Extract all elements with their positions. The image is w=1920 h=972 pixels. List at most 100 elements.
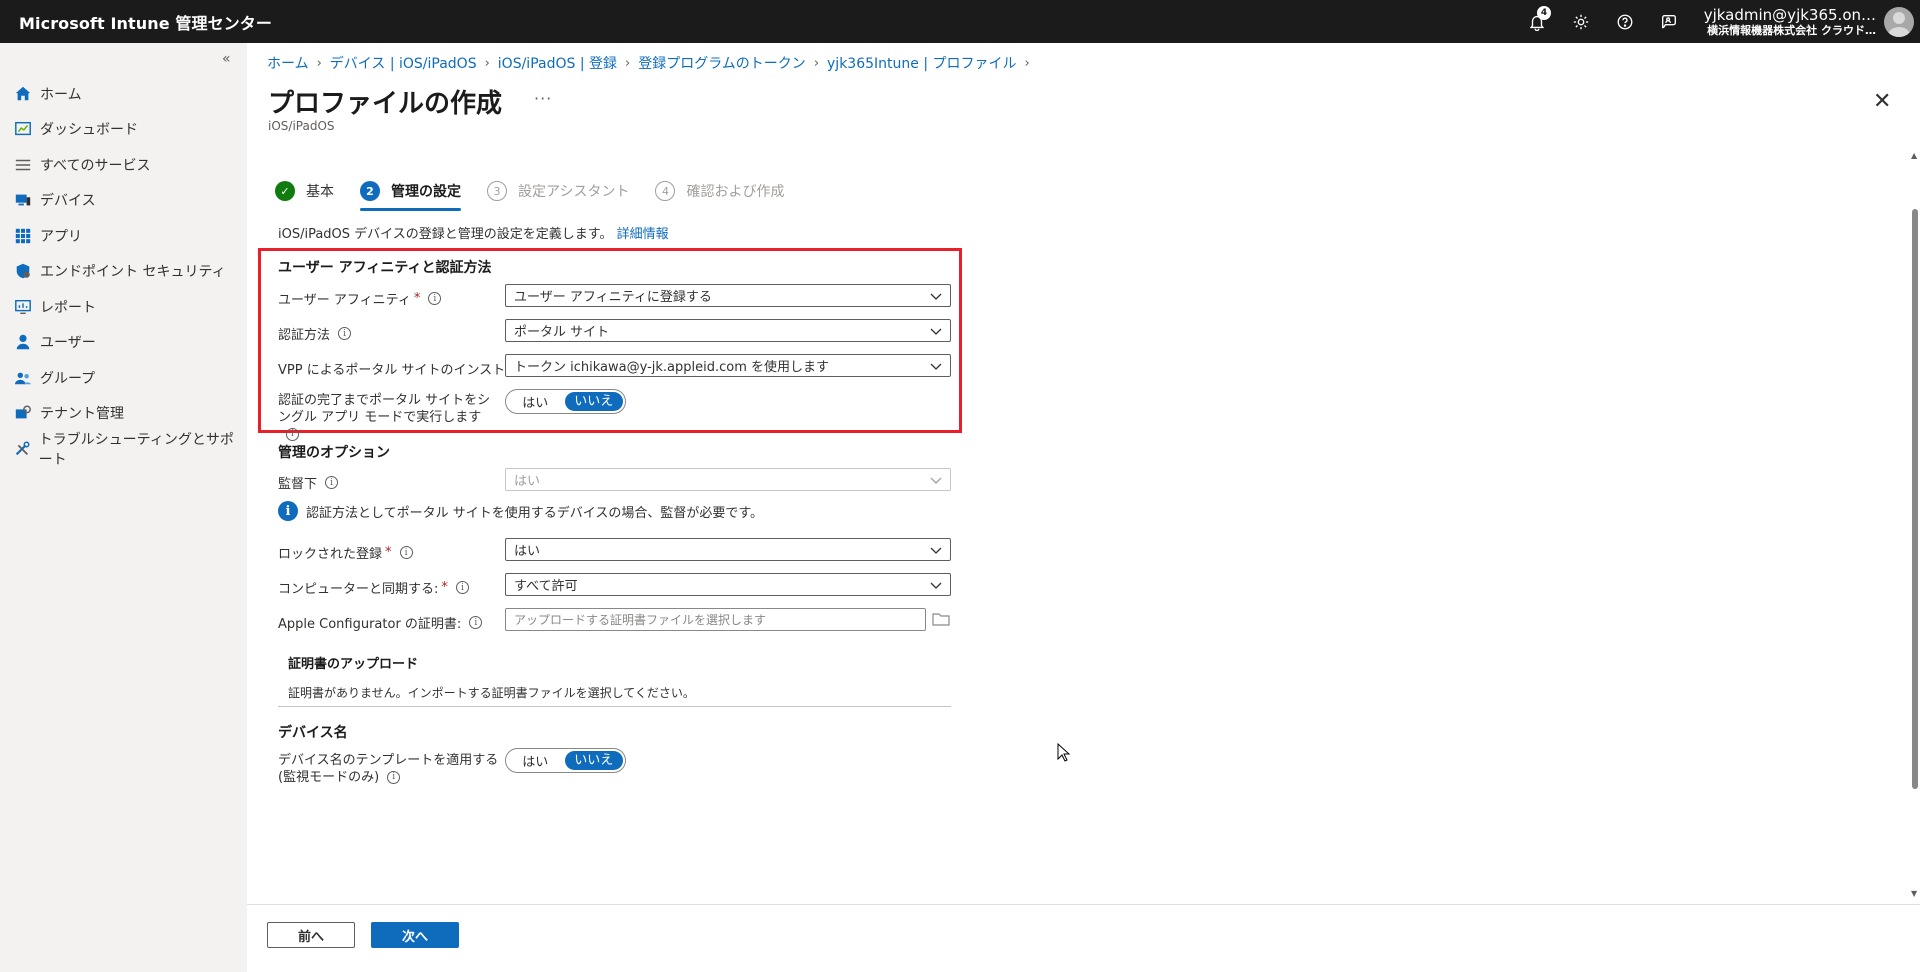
- info-icon: i: [278, 501, 298, 521]
- sidebar-item-troubleshooting[interactable]: トラブルシューティングとサポート: [0, 431, 247, 468]
- scroll-thumb[interactable]: [1912, 209, 1918, 789]
- breadcrumb-profiles[interactable]: yjk365Intune | プロファイル: [827, 53, 1016, 73]
- sidebar-item-label: デバイス: [40, 193, 96, 210]
- sync-computers-dropdown[interactable]: すべて許可: [505, 573, 951, 596]
- more-options-button[interactable]: ···: [534, 89, 552, 108]
- folder-icon[interactable]: [932, 611, 950, 627]
- breadcrumb-home[interactable]: ホーム: [267, 53, 309, 73]
- top-bar: Microsoft Intune 管理センター 4 yjkadmin@yjk36…: [0, 0, 1920, 43]
- checkmark-icon: ✓: [275, 181, 295, 201]
- group-icon: [13, 368, 33, 388]
- sidebar-item-users[interactable]: ユーザー: [0, 325, 247, 361]
- single-app-mode-toggle[interactable]: はい いいえ: [505, 389, 626, 414]
- breadcrumb-separator: ›: [1024, 55, 1030, 71]
- sidebar-item-label: グループ: [40, 370, 96, 387]
- info-banner-text: 認証方法としてポータル サイトを使用するデバイスの場合、監督が必要です。: [306, 505, 764, 521]
- scroll-down-icon[interactable]: ▼: [1911, 889, 1917, 898]
- sidebar-item-all-services[interactable]: すべてのサービス: [0, 147, 247, 183]
- sidebar-item-devices[interactable]: デバイス: [0, 183, 247, 219]
- user-affinity-dropdown[interactable]: ユーザー アフィニティに登録する: [505, 284, 951, 307]
- sidebar-item-groups[interactable]: グループ: [0, 360, 247, 396]
- breadcrumb-separator: ›: [625, 55, 631, 71]
- vpp-install-dropdown[interactable]: トークン ichikawa@y-jk.appleid.com を使用します: [505, 354, 951, 377]
- help-button[interactable]: [1603, 0, 1647, 43]
- sync-computers-label: コンピューターと同期する: * i: [278, 578, 469, 597]
- info-icon[interactable]: i: [469, 616, 483, 629]
- sidebar-item-reports[interactable]: レポート: [0, 289, 247, 325]
- sidebar-item-home[interactable]: ホーム: [0, 76, 247, 112]
- user-icon: [13, 332, 33, 352]
- sidebar-item-label: トラブルシューティングとサポート: [38, 431, 234, 468]
- label-text: 監督下: [278, 477, 318, 492]
- feedback-button[interactable]: [1647, 0, 1691, 43]
- user-affinity-label: ユーザー アフィニティ * i: [278, 289, 442, 308]
- chevron-down-icon: [930, 325, 942, 337]
- info-icon[interactable]: i: [325, 476, 339, 489]
- required-asterisk: *: [441, 580, 448, 595]
- toggle-option-yes[interactable]: はい: [506, 751, 565, 770]
- settings-button[interactable]: [1559, 0, 1603, 43]
- required-asterisk: *: [413, 291, 421, 306]
- avatar[interactable]: [1884, 6, 1914, 37]
- breadcrumb-ios-enrollment[interactable]: iOS/iPadOS | 登録: [498, 53, 617, 73]
- close-button[interactable]: ✕: [1873, 91, 1891, 113]
- info-icon[interactable]: i: [399, 546, 413, 559]
- notification-count: 4: [1537, 6, 1551, 20]
- step-review-create[interactable]: 4 確認および作成: [655, 176, 784, 206]
- help-icon: [1617, 14, 1633, 29]
- sidebar-item-apps[interactable]: アプリ: [0, 218, 247, 254]
- step-management-settings[interactable]: 2 管理の設定: [360, 176, 461, 211]
- step-setup-assistant[interactable]: 3 設定アシスタント: [487, 176, 629, 206]
- sidebar-item-dashboard[interactable]: ダッシュボード: [0, 112, 247, 148]
- info-icon[interactable]: i: [428, 292, 442, 305]
- sidebar-item-endpoint-security[interactable]: エンドポイント セキュリティ: [0, 254, 247, 290]
- upload-panel-title: 証明書のアップロード: [288, 657, 419, 672]
- auth-method-dropdown[interactable]: ポータル サイト: [505, 319, 951, 342]
- toggle-option-yes[interactable]: はい: [506, 392, 565, 411]
- vertical-scrollbar[interactable]: ▲ ▼: [1910, 151, 1920, 901]
- label-text: ユーザー アフィニティ: [278, 293, 411, 308]
- info-icon[interactable]: i: [387, 771, 401, 784]
- person-icon: [1888, 11, 1910, 37]
- sidebar-item-label: レポート: [40, 299, 96, 316]
- configurator-cert-input[interactable]: アップロードする証明書ファイルを選択します: [505, 608, 926, 631]
- chevron-down-icon: [930, 544, 942, 556]
- devices-icon: [13, 190, 33, 210]
- collapse-sidebar-button[interactable]: «: [222, 51, 231, 67]
- breadcrumb-enrollment-tokens[interactable]: 登録プログラムのトークン: [638, 53, 806, 73]
- toggle-option-no[interactable]: いいえ: [564, 392, 623, 411]
- sidebar-item-label: エンドポイント セキュリティ: [40, 264, 226, 281]
- info-icon[interactable]: i: [286, 428, 299, 441]
- notifications-button[interactable]: 4: [1515, 0, 1559, 43]
- report-icon: [13, 297, 33, 317]
- dropdown-value: はい: [514, 474, 541, 489]
- app-title[interactable]: Microsoft Intune 管理センター: [19, 10, 272, 34]
- chevron-down-icon: [930, 360, 942, 372]
- required-asterisk: *: [385, 545, 392, 560]
- info-icon[interactable]: i: [455, 581, 469, 594]
- step-number: 2: [360, 181, 380, 201]
- device-name-template-toggle[interactable]: はい いいえ: [505, 748, 626, 773]
- section-heading-affinity: ユーザー アフィニティと認証方法: [278, 260, 492, 276]
- step-label: 基本: [306, 184, 334, 200]
- step-basics[interactable]: ✓ 基本: [275, 176, 334, 206]
- sidebar-item-label: ホーム: [40, 86, 82, 103]
- supervised-dropdown: はい: [505, 468, 951, 491]
- sidebar-item-tenant-admin[interactable]: テナント管理: [0, 396, 247, 432]
- breadcrumb-separator: ›: [316, 55, 322, 71]
- previous-button[interactable]: 前へ: [267, 922, 355, 948]
- learn-more-link[interactable]: 詳細情報: [617, 227, 669, 242]
- step-number: 3: [487, 181, 507, 201]
- locked-enrollment-dropdown[interactable]: はい: [505, 538, 951, 561]
- info-icon[interactable]: i: [338, 327, 352, 340]
- dropdown-value: はい: [514, 544, 541, 559]
- dashboard-icon: [13, 119, 33, 139]
- description-text: iOS/iPadOS デバイスの登録と管理の設定を定義します。: [278, 227, 613, 242]
- scroll-up-icon[interactable]: ▲: [1911, 151, 1917, 160]
- device-name-template-label: デバイス名のテンプレートを適用する (監視モードのみ) i: [278, 752, 503, 786]
- account-info[interactable]: yjkadmin@yjk365.on… 横浜情報機器株式会社 クラウド…: [1701, 7, 1876, 37]
- breadcrumb-devices-ios[interactable]: デバイス | iOS/iPadOS: [330, 53, 477, 73]
- toggle-option-no[interactable]: いいえ: [564, 751, 623, 770]
- shield-icon: [13, 261, 33, 281]
- next-button[interactable]: 次へ: [371, 922, 459, 948]
